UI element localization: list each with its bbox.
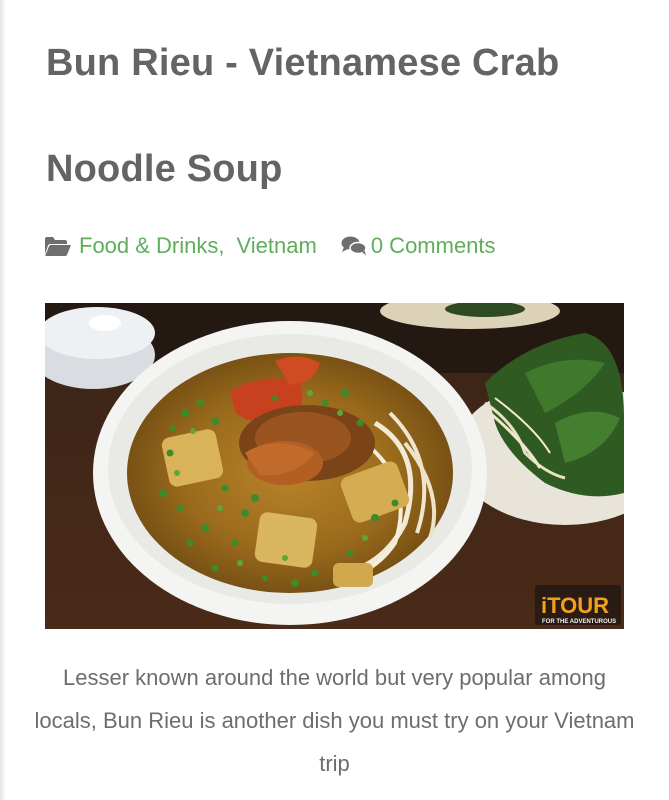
watermark-logo: iTOUR FOR THE ADVENTUROUS	[535, 585, 621, 625]
category-separator: ,	[218, 233, 225, 258]
post-meta: Food & Drinks , Vietnam 0 Comments	[44, 228, 496, 264]
featured-image[interactable]: iTOUR FOR THE ADVENTUROUS	[45, 303, 624, 629]
soup-bowl	[93, 321, 487, 625]
svg-text:FOR THE ADVENTUROUS: FOR THE ADVENTUROUS	[542, 619, 616, 625]
comments-icon	[341, 236, 367, 256]
post-caption: Lesser known around the world but very p…	[34, 665, 635, 776]
svg-text:iTOUR: iTOUR	[541, 593, 609, 618]
page-edge-shadow	[0, 0, 6, 800]
folder-open-icon	[44, 236, 71, 257]
category-link-vietnam[interactable]: Vietnam	[237, 233, 317, 259]
comments-link[interactable]: 0 Comments	[371, 233, 496, 259]
category-link-food-drinks[interactable]: Food & Drinks	[79, 233, 218, 259]
post-title: Bun Rieu - Vietnamese Crab Noodle Soup	[46, 42, 560, 190]
